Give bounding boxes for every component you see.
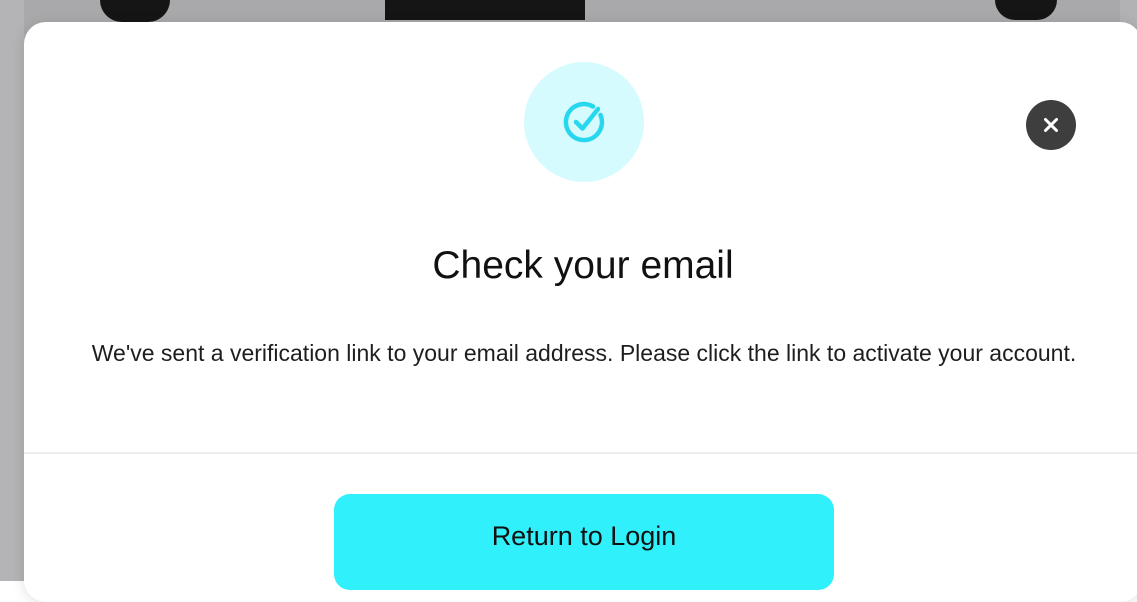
close-button[interactable] [1026, 100, 1076, 150]
background-shape [100, 0, 170, 22]
background-shape [995, 0, 1057, 20]
check-badge [524, 62, 644, 182]
close-icon [1044, 118, 1058, 132]
dialog-title: Check your email [432, 244, 734, 287]
return-to-login-button[interactable]: Return to Login [334, 494, 834, 590]
background-shape [385, 0, 585, 20]
background-page-left [0, 0, 24, 581]
check-circle-icon [563, 101, 605, 143]
dialog-message: We've sent a verification link to your e… [91, 340, 1077, 366]
email-verification-dialog: Check your email We've sent a verificati… [24, 22, 1137, 602]
divider [24, 452, 1137, 454]
